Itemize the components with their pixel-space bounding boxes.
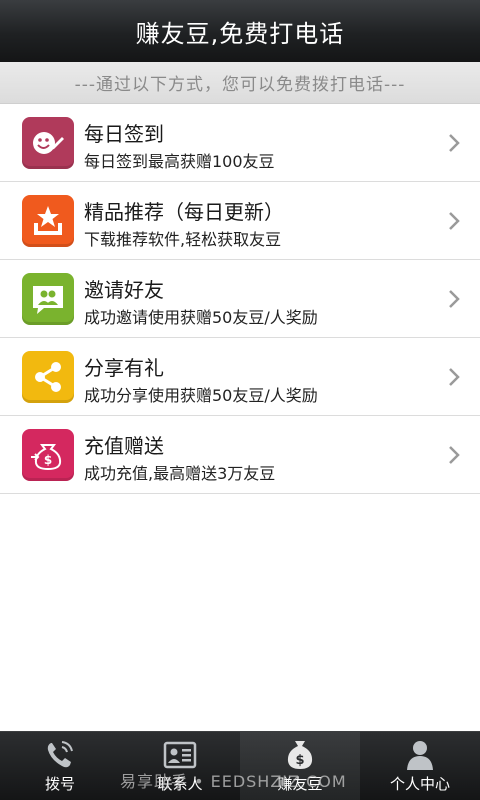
earn-options-list: 每日签到 每日签到最高获赠100友豆 精品推荐（每日更新） 下载推荐软件,轻松获… [0,104,480,494]
item-title: 精品推荐（每日更新） [84,200,284,224]
title-bar: 赚友豆,免费打电话 [0,0,480,62]
tab-dial[interactable]: 拨号 [0,732,120,800]
subheader-text: ---通过以下方式，您可以免费拨打电话--- [74,75,406,95]
svg-text:$: $ [295,753,304,768]
subheader: ---通过以下方式，您可以免费拨打电话--- [0,62,480,104]
item-subtitle: 成功分享使用获赠50友豆/人奖励 [84,386,318,405]
list-item-daily-checkin[interactable]: 每日签到 每日签到最高获赠100友豆 [0,104,480,182]
tab-earn-beans[interactable]: $ 赚友豆 [240,732,360,800]
item-title: 分享有礼 [84,356,164,380]
page-title: 赚友豆,免费打电话 [135,19,345,48]
chevron-right-icon [449,134,460,152]
list-item-share[interactable]: 分享有礼 成功分享使用获赠50友豆/人奖励 [0,338,480,416]
item-title: 邀请好友 [84,278,164,302]
list-item-recharge[interactable]: $ 充值赠送 成功充值,最高赠送3万友豆 [0,416,480,494]
chevron-right-icon [449,446,460,464]
phone-icon [47,741,73,768]
chevron-right-icon [449,212,460,230]
bottom-tab-bar: 拨号 联系人 $ 赚友豆 个人中心 [0,731,480,800]
recharge-icon: $ [22,429,74,481]
list-item-invite-friends[interactable]: 邀请好友 成功邀请使用获赠50友豆/人奖励 [0,260,480,338]
item-subtitle: 每日签到最高获赠100友豆 [84,152,275,171]
person-icon [407,741,433,770]
chevron-right-icon [449,368,460,386]
svg-text:$: $ [44,453,52,467]
item-subtitle: 成功邀请使用获赠50友豆/人奖励 [84,308,318,327]
tab-label: 联系人 [157,775,203,793]
item-subtitle: 成功充值,最高赠送3万友豆 [84,464,276,483]
contacts-icon [163,741,197,769]
invite-friends-icon [22,273,74,325]
tab-label: 拨号 [44,775,75,793]
money-bag-icon: $ [287,741,313,769]
chevron-right-icon [449,290,460,308]
list-item-recommended[interactable]: 精品推荐（每日更新） 下载推荐软件,轻松获取友豆 [0,182,480,260]
tab-label: 个人中心 [389,775,450,793]
tab-profile[interactable]: 个人中心 [360,732,480,800]
item-title: 充值赠送 [84,434,164,458]
tab-contacts[interactable]: 联系人 [120,732,240,800]
star-tray-icon [22,195,74,247]
tab-label: 赚友豆 [277,775,323,793]
item-subtitle: 下载推荐软件,轻松获取友豆 [84,230,282,249]
checkin-icon [22,117,74,169]
item-title: 每日签到 [84,122,164,146]
share-icon [22,351,74,403]
